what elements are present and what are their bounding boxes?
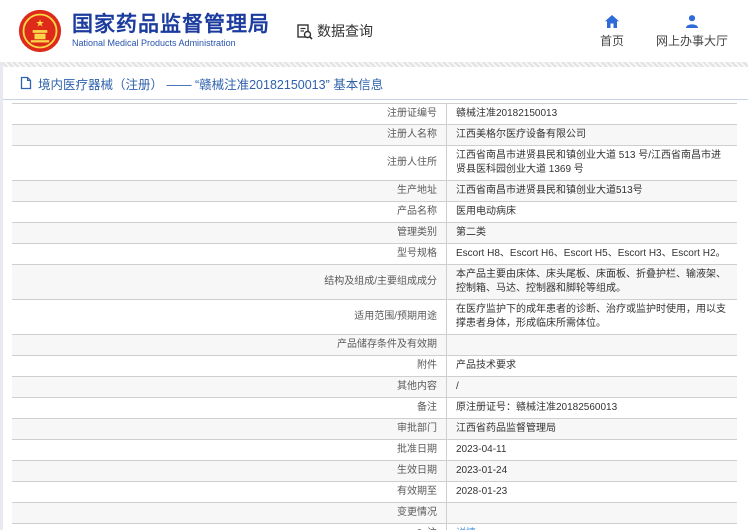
table-row: 变更情况	[12, 503, 737, 524]
table-row: 产品储存条件及有效期	[12, 335, 737, 356]
row-label: 注册证编号	[12, 104, 446, 124]
table-row: 附件产品技术要求	[12, 356, 737, 377]
table-row: 注册人名称江西美格尔医疗设备有限公司	[12, 125, 737, 146]
row-value: 江西省药品监督管理局	[446, 419, 737, 439]
table-row: 注册证编号赣械注准20182150013	[12, 104, 737, 125]
logo-text: 国家药品监督管理局 National Medical Products Admi…	[72, 13, 270, 49]
breadcrumb-text: 境内医疗器械（注册） —— “赣械注准20182150013” 基本信息	[38, 74, 383, 93]
data-query-nav[interactable]: 数据查询	[296, 21, 373, 41]
table-row: 注册人住所江西省南昌市进贤县民和镇创业大道 513 号/江西省南昌市进贤县医科园…	[12, 146, 737, 181]
row-value: 江西省南昌市进贤县民和镇创业大道513号	[446, 181, 737, 201]
table-row: 生效日期2023-01-24	[12, 461, 737, 482]
table-row: 型号规格Escort H8、Escort H6、Escort H5、Escort…	[12, 244, 737, 265]
row-value: 本产品主要由床体、床头尾板、床面板、折叠护栏、输液架、控制箱、马达、控制器和脚轮…	[446, 265, 737, 299]
table-row: 产品名称医用电动病床	[12, 202, 737, 223]
row-value: /	[446, 377, 737, 397]
registration-info-table: 注册证编号赣械注准20182150013注册人名称江西美格尔医疗设备有限公司注册…	[12, 103, 737, 530]
row-label: 结构及组成/主要组成成分	[12, 265, 446, 299]
row-label: 附件	[12, 356, 446, 376]
row-value: 产品技术要求	[446, 356, 737, 376]
row-value: 2023-04-11	[446, 440, 737, 460]
row-label: 批准日期	[12, 440, 446, 460]
site-subtitle: National Medical Products Administration	[72, 37, 270, 49]
row-label: 注	[12, 524, 446, 530]
data-query-label: 数据查询	[317, 21, 373, 41]
row-label: 生效日期	[12, 461, 446, 481]
row-label: 管理类别	[12, 223, 446, 243]
document-icon	[20, 76, 32, 90]
table-row: 备注原注册证号：赣械注准20182560013	[12, 398, 737, 419]
table-row: 注详情	[12, 524, 737, 530]
row-label: 有效期至	[12, 482, 446, 502]
home-icon	[604, 14, 620, 29]
row-label: 注册人住所	[12, 146, 446, 180]
table-row: 其他内容/	[12, 377, 737, 398]
row-label: 适用范围/预期用途	[12, 300, 446, 334]
row-value: 原注册证号：赣械注准20182560013	[446, 398, 737, 418]
nav-service-hall-label: 网上办事大厅	[656, 32, 728, 49]
row-value: Escort H8、Escort H6、Escort H5、Escort H3、…	[446, 244, 737, 264]
row-value: 江西省南昌市进贤县民和镇创业大道 513 号/江西省南昌市进贤县医科园创业大道 …	[446, 146, 737, 180]
table-row: 生产地址江西省南昌市进贤县民和镇创业大道513号	[12, 181, 737, 202]
left-edge-strip	[0, 62, 3, 530]
row-label: 备注	[12, 398, 446, 418]
table-row: 适用范围/预期用途在医疗监护下的成年患者的诊断、治疗或监护时使用，用以支撑患者身…	[12, 300, 737, 335]
site-title: 国家药品监督管理局	[72, 13, 270, 37]
row-label: 其他内容	[12, 377, 446, 397]
row-label: 产品储存条件及有效期	[12, 335, 446, 355]
row-value: 第二类	[446, 223, 737, 243]
table-row: 审批部门江西省药品监督管理局	[12, 419, 737, 440]
row-label: 产品名称	[12, 202, 446, 222]
row-value: 详情	[446, 524, 737, 530]
top-nav: 首页 网上办事大厅	[600, 14, 734, 49]
row-label: 变更情况	[12, 503, 446, 523]
nav-item-home[interactable]: 首页	[600, 14, 624, 49]
table-row: 批准日期2023-04-11	[12, 440, 737, 461]
row-label: 注册人名称	[12, 125, 446, 145]
person-icon	[684, 14, 700, 29]
doc-search-icon	[296, 23, 313, 40]
table-row: 管理类别第二类	[12, 223, 737, 244]
national-emblem-icon: ★	[18, 9, 62, 53]
row-value: 2023-01-24	[446, 461, 737, 481]
site-header: ★ 国家药品监督管理局 National Medical Products Ad…	[0, 0, 748, 62]
row-value: 医用电动病床	[446, 202, 737, 222]
row-value: 2028-01-23	[446, 482, 737, 502]
row-label: 生产地址	[12, 181, 446, 201]
svg-text:★: ★	[35, 18, 44, 29]
breadcrumb: 境内医疗器械（注册） —— “赣械注准20182150013” 基本信息	[0, 67, 748, 100]
table-row: 有效期至2028-01-23	[12, 482, 737, 503]
row-value	[446, 503, 737, 523]
row-value: 赣械注准20182150013	[446, 104, 737, 124]
nav-item-service-hall[interactable]: 网上办事大厅	[656, 14, 728, 49]
row-label: 审批部门	[12, 419, 446, 439]
nav-home-label: 首页	[600, 32, 624, 49]
row-value: 江西美格尔医疗设备有限公司	[446, 125, 737, 145]
row-value	[446, 335, 737, 355]
row-label: 型号规格	[12, 244, 446, 264]
row-value: 在医疗监护下的成年患者的诊断、治疗或监护时使用，用以支撑患者身体，形成临床所需体…	[446, 300, 737, 334]
table-row: 结构及组成/主要组成成分本产品主要由床体、床头尾板、床面板、折叠护栏、输液架、控…	[12, 265, 737, 300]
